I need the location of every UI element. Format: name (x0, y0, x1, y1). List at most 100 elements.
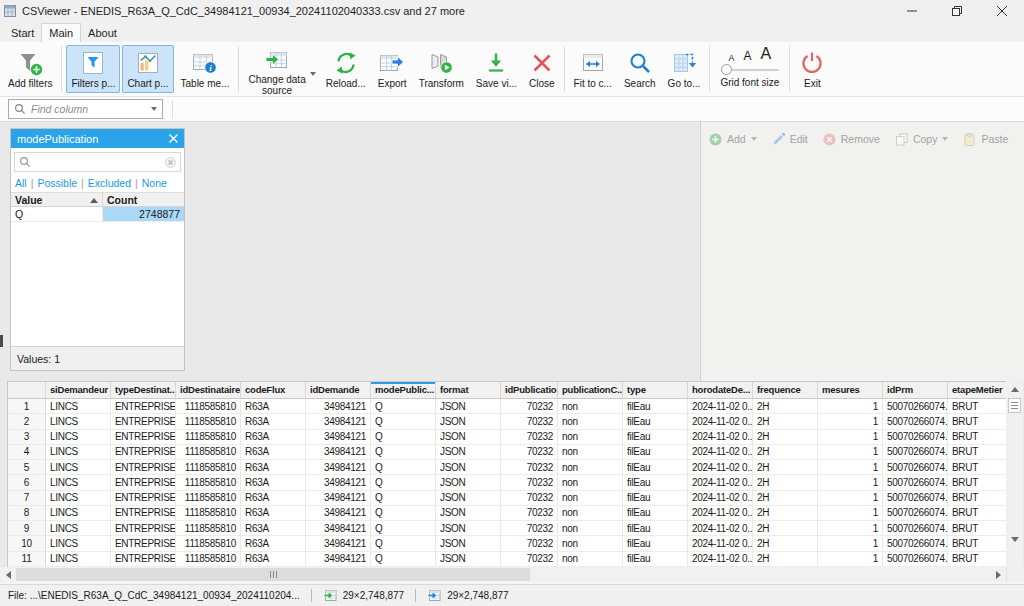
remove-series-button[interactable]: Remove (823, 133, 880, 146)
column-header-typeDestinat...[interactable]: typeDestinat... (111, 382, 176, 398)
filter-quick-links: All| Possible| Excluded| None (11, 175, 184, 192)
tab-main[interactable]: Main (41, 23, 81, 42)
filter-search-input[interactable] (14, 152, 181, 172)
rows-total-icon (427, 589, 441, 602)
table-row[interactable]: 1LINCSENTREPRISE1118585810R63A34984121QJ… (8, 399, 1006, 414)
column-header-frequence[interactable]: frequence (753, 382, 818, 398)
separator (564, 46, 565, 92)
link-all[interactable]: All (15, 177, 27, 189)
link-possible[interactable]: Possible (37, 177, 77, 189)
column-header-format[interactable]: format (436, 382, 501, 398)
export-icon (379, 51, 405, 75)
horizontal-scrollbar[interactable] (0, 567, 1024, 582)
column-header-idDemande[interactable]: idDemande (306, 382, 371, 398)
export-button[interactable]: Export (373, 45, 412, 93)
column-header-idPrm[interactable]: idPrm (883, 382, 948, 398)
table-row[interactable]: 8LINCSENTREPRISE1118585810R63A34984121QJ… (8, 506, 1006, 521)
column-header-modePublic...[interactable]: modePublic... (371, 382, 436, 398)
link-excluded[interactable]: Excluded (88, 177, 131, 189)
paste-icon (963, 133, 976, 146)
table-row[interactable]: 7LINCSENTREPRISE1118585810R63A34984121QJ… (8, 491, 1006, 506)
change-data-source-button[interactable]: Change data source (243, 45, 318, 93)
ribbon-toolbar: Add filters Filters p... Chart p... i Ta… (0, 42, 1024, 97)
copy-button[interactable]: Copy (895, 133, 949, 146)
column-header-etapeMetier[interactable]: etapeMetier (948, 382, 1007, 398)
chevron-down-icon (751, 137, 757, 141)
value-column-header[interactable]: Value (11, 193, 103, 206)
close-window-button[interactable] (979, 0, 1024, 22)
scroll-up-button[interactable] (1006, 381, 1023, 397)
table-row[interactable]: 11LINCSENTREPRISE1118585810R63A34984121Q… (8, 552, 1006, 567)
chart-toolbar: Add Edit Remove Copy Paste (709, 128, 1023, 150)
table-row[interactable]: 9LINCSENTREPRISE1118585810R63A34984121QJ… (8, 521, 1006, 536)
rows-loaded-count: 29×2,748,877 (343, 590, 404, 601)
table-row[interactable]: 6LINCSENTREPRISE1118585810R63A34984121QJ… (8, 475, 1006, 490)
file-path: File: ...\ENEDIS_R63A_Q_CdC_34984121_009… (8, 590, 300, 601)
edit-icon (772, 133, 785, 146)
fit-to-content-icon (580, 51, 606, 75)
fit-to-content-button[interactable]: Fit to c... (569, 45, 617, 93)
goto-button[interactable]: Go to... (663, 45, 706, 93)
scroll-left-button[interactable] (0, 567, 16, 582)
column-header-codeFlux[interactable]: codeFlux (241, 382, 306, 398)
vertical-scrollbar[interactable] (1006, 381, 1023, 567)
chart-panel-button[interactable]: Chart p... (122, 45, 173, 93)
find-column-bar: Find column (0, 97, 1024, 122)
tab-about[interactable]: About (81, 24, 124, 42)
filters-panel-button[interactable]: Filters p... (66, 45, 120, 93)
save-view-icon (483, 50, 509, 76)
count-column-header[interactable]: Count (103, 193, 184, 206)
column-header-idPublication[interactable]: idPublication (501, 382, 558, 398)
separator (172, 100, 173, 118)
column-header-idDestinataire[interactable]: idDestinataire (176, 382, 241, 398)
clear-icon[interactable] (165, 157, 176, 168)
menu-bar: Start Main About (0, 22, 1024, 42)
filter-value-row[interactable]: Q 2748877 (11, 207, 184, 222)
search-button[interactable]: Search (619, 45, 661, 93)
add-series-button[interactable]: Add (709, 133, 757, 146)
edit-series-button[interactable]: Edit (772, 133, 808, 146)
column-header-type[interactable]: type (623, 382, 688, 398)
column-header-rownum[interactable] (8, 382, 46, 398)
scrollbar-corner (1006, 567, 1024, 582)
transform-button[interactable]: Transform (414, 45, 469, 93)
column-header-mesures[interactable]: mesures (818, 382, 883, 398)
separator (238, 46, 239, 92)
find-column-input[interactable]: Find column (8, 99, 163, 119)
column-header-siDemandeur[interactable]: siDemandeur (46, 382, 111, 398)
link-none[interactable]: None (142, 177, 167, 189)
column-header-publicationC...[interactable]: publicationC... (558, 382, 623, 398)
search-icon (14, 103, 26, 115)
separator (61, 46, 62, 92)
scroll-right-button[interactable] (990, 567, 1006, 582)
filter-panel-header[interactable]: modePublication (11, 129, 184, 148)
table-metadata-button[interactable]: i Table me... (176, 45, 235, 93)
close-file-button[interactable]: Close (524, 45, 560, 93)
font-size-slider[interactable] (721, 64, 779, 76)
restore-button[interactable] (934, 0, 979, 22)
paste-button[interactable]: Paste (963, 133, 1008, 146)
horizontal-scroll-thumb[interactable] (16, 568, 530, 581)
minimize-button[interactable] (889, 0, 934, 22)
rows-loaded-icon (323, 589, 337, 602)
exit-button[interactable]: Exit (794, 45, 830, 93)
save-view-button[interactable]: Save vi... (471, 45, 522, 93)
separator (415, 589, 416, 602)
table-row[interactable]: 2LINCSENTREPRISE1118585810R63A34984121QJ… (8, 414, 1006, 429)
change-data-source-icon (264, 48, 290, 74)
vertical-scroll-thumb[interactable] (1008, 398, 1021, 413)
table-row[interactable]: 5LINCSENTREPRISE1118585810R63A34984121QJ… (8, 460, 1006, 475)
separator (789, 46, 790, 92)
reload-button[interactable]: Reload... (321, 45, 371, 93)
filter-values-status: Values: 1 (11, 346, 184, 370)
rows-total-count: 29×2,748,877 (447, 590, 508, 601)
table-row[interactable]: 4LINCSENTREPRISE1118585810R63A34984121QJ… (8, 445, 1006, 460)
column-header-horodateDe...[interactable]: horodateDe... (688, 382, 753, 398)
tab-start[interactable]: Start (4, 24, 41, 42)
scroll-down-button[interactable] (1006, 531, 1023, 547)
table-row[interactable]: 3LINCSENTREPRISE1118585810R63A34984121QJ… (8, 430, 1006, 445)
table-row[interactable]: 10LINCSENTREPRISE1118585810R63A34984121Q… (8, 536, 1006, 551)
close-icon[interactable] (169, 134, 178, 143)
add-filters-button[interactable]: Add filters (3, 45, 57, 93)
grid-font-size-control[interactable]: AAA Grid font size (713, 44, 786, 94)
